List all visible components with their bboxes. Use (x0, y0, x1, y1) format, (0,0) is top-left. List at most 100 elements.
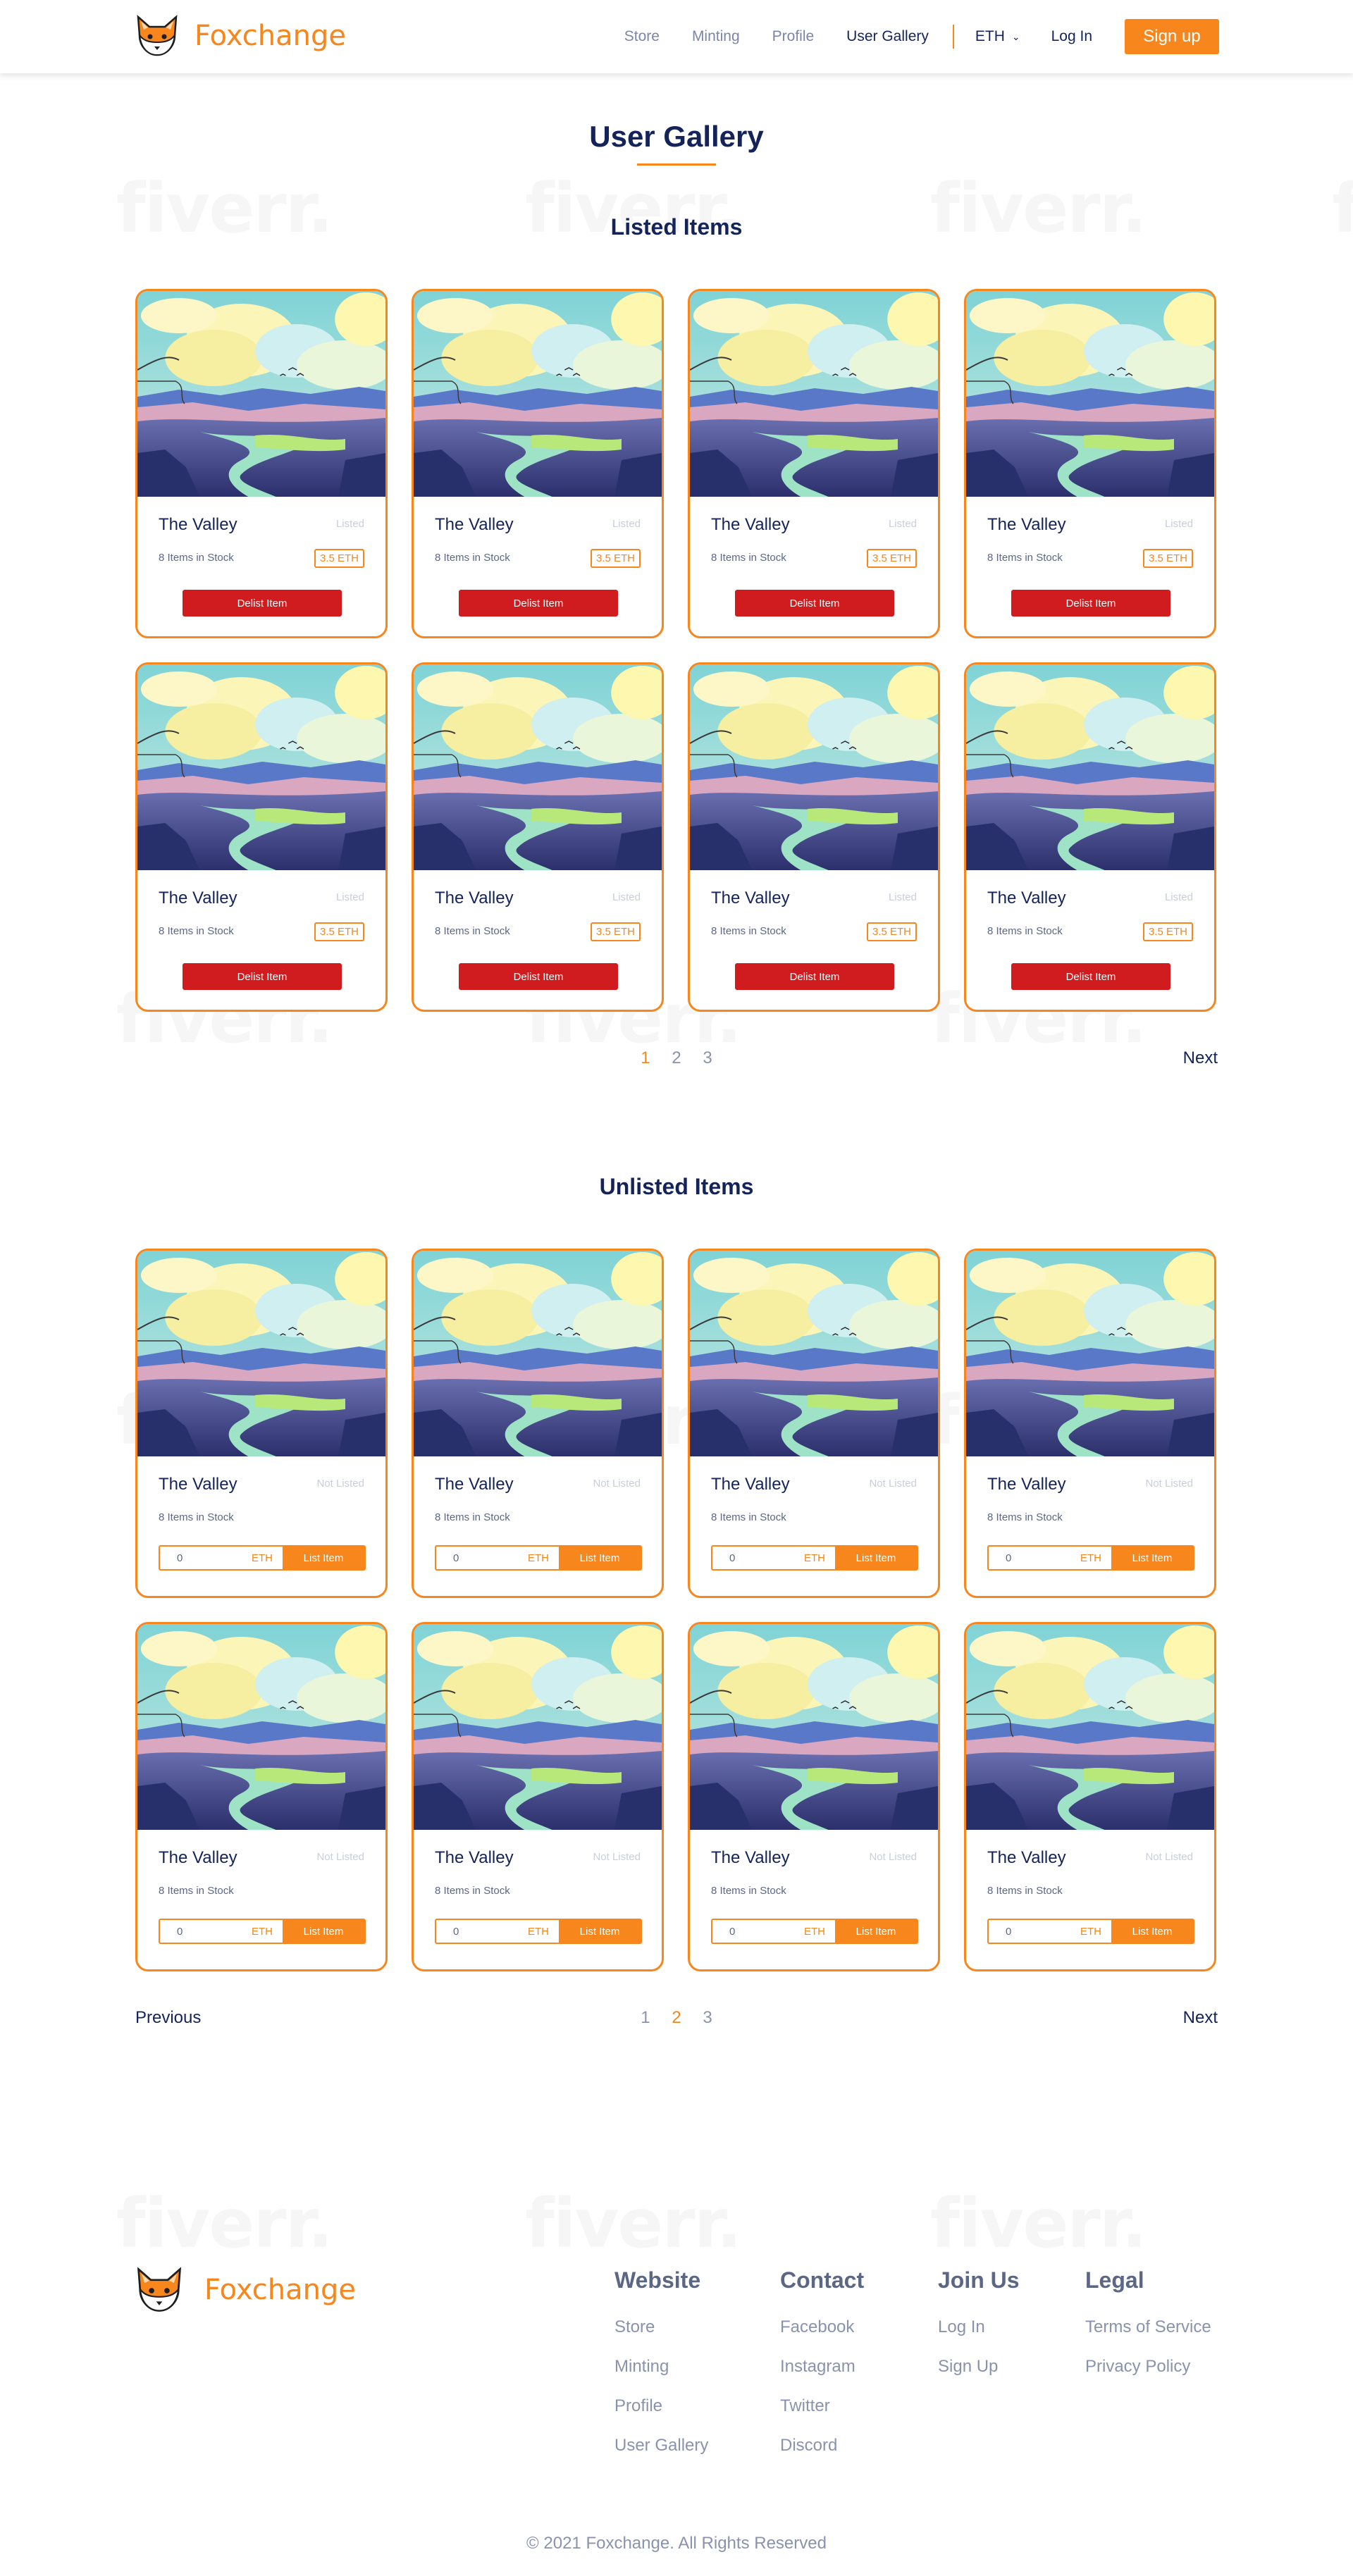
nft-artwork-image[interactable] (690, 291, 938, 497)
delist-item-button[interactable]: Delist Item (735, 963, 894, 990)
nft-artwork-image[interactable] (966, 1624, 1214, 1830)
next-page-link[interactable]: Next (1183, 2008, 1218, 2028)
delist-item-button[interactable]: Delist Item (1011, 590, 1170, 617)
item-name: The Valley (711, 515, 790, 534)
delist-item-button[interactable]: Delist Item (459, 590, 618, 617)
footer-link-terms[interactable]: Terms of Service (1085, 2317, 1211, 2337)
listed-item-card[interactable]: The Valley Listed 8 Items in Stock 3.5 ETH D… (412, 289, 664, 638)
price-input[interactable]: 0 ETH (989, 1547, 1111, 1569)
listed-item-card[interactable]: The Valley Listed 8 Items in Stock 3.5 ETH D… (964, 289, 1216, 638)
stock-count: 8 Items in Stock (711, 1885, 786, 1897)
currency-label: ETH (975, 28, 1005, 44)
currency-dropdown[interactable]: ETH ⌄ (975, 28, 1020, 45)
footer-link-minting[interactable]: Minting (614, 2357, 708, 2377)
footer-heading: Website (614, 2267, 701, 2293)
price-unit: ETH (1080, 1925, 1101, 1938)
listed-item-card[interactable]: The Valley Listed 8 Items in Stock 3.5 ETH D… (135, 289, 388, 638)
listed-item-card[interactable]: The Valley Listed 8 Items in Stock 3.5 ETH D… (412, 662, 664, 1012)
list-item-button[interactable]: List Item (1111, 1547, 1193, 1569)
list-item-button[interactable]: List Item (835, 1547, 917, 1569)
price-input-value: 0 (729, 1552, 736, 1564)
list-item-button[interactable]: List Item (559, 1547, 641, 1569)
nav-user-gallery[interactable]: User Gallery (846, 28, 929, 45)
list-item-button[interactable]: List Item (559, 1920, 641, 1943)
brand-logo[interactable]: Foxchange (134, 14, 346, 58)
footer-heading: Legal (1085, 2267, 1144, 2293)
list-price-form: 0 ETH List Item (435, 1545, 642, 1571)
nft-artwork-image[interactable] (966, 664, 1214, 870)
delist-item-button[interactable]: Delist Item (1011, 963, 1170, 990)
footer-link-user-gallery[interactable]: User Gallery (614, 2436, 708, 2456)
page-1[interactable]: 1 (641, 2008, 650, 2028)
footer-link-privacy[interactable]: Privacy Policy (1085, 2357, 1211, 2377)
nav-minting[interactable]: Minting (692, 28, 740, 45)
unlisted-item-card[interactable]: The Valley Not Listed 8 Items in Stock 0 ETH… (135, 1249, 388, 1598)
list-item-button[interactable]: List Item (1111, 1920, 1193, 1943)
unlisted-item-card[interactable]: The Valley Not Listed 8 Items in Stock 0 ETH… (412, 1249, 664, 1598)
price-unit: ETH (1080, 1552, 1101, 1564)
nft-artwork-image[interactable] (137, 291, 385, 497)
price-unit: ETH (252, 1925, 273, 1938)
price-badge: 3.5 ETH (1142, 922, 1193, 941)
footer-link-discord[interactable]: Discord (780, 2436, 864, 2456)
nav-profile[interactable]: Profile (772, 28, 815, 45)
next-page-link[interactable]: Next (1183, 1048, 1218, 1068)
nft-artwork-image[interactable] (690, 1251, 938, 1456)
unlisted-item-card[interactable]: The Valley Not Listed 8 Items in Stock 0 ETH… (412, 1622, 664, 1971)
price-input-value: 0 (177, 1925, 183, 1938)
nft-artwork-image[interactable] (137, 664, 385, 870)
nft-artwork-image[interactable] (690, 664, 938, 870)
page-2[interactable]: 2 (672, 1048, 681, 1068)
footer-link-facebook[interactable]: Facebook (780, 2317, 864, 2337)
price-input[interactable]: 0 ETH (160, 1920, 283, 1943)
footer-link-login[interactable]: Log In (938, 2317, 1020, 2337)
listed-item-card[interactable]: The Valley Listed 8 Items in Stock 3.5 ETH D… (688, 662, 940, 1012)
delist-item-button[interactable]: Delist Item (735, 590, 894, 617)
nft-artwork-image[interactable] (137, 1624, 385, 1830)
unlisted-item-card[interactable]: The Valley Not Listed 8 Items in Stock 0 ETH… (135, 1622, 388, 1971)
unlisted-item-card[interactable]: The Valley Not Listed 8 Items in Stock 0 ETH… (688, 1249, 940, 1598)
unlisted-item-card[interactable]: The Valley Not Listed 8 Items in Stock 0 ETH… (964, 1622, 1216, 1971)
price-input[interactable]: 0 ETH (160, 1547, 283, 1569)
list-item-button[interactable]: List Item (835, 1920, 917, 1943)
nft-artwork-image[interactable] (137, 1251, 385, 1456)
footer-link-signup[interactable]: Sign Up (938, 2357, 1020, 2377)
nft-artwork-image[interactable] (966, 291, 1214, 497)
unlisted-item-card[interactable]: The Valley Not Listed 8 Items in Stock 0 ETH… (964, 1249, 1216, 1598)
page-1[interactable]: 1 (641, 1048, 650, 1068)
price-input[interactable]: 0 ETH (712, 1547, 835, 1569)
page-3[interactable]: 3 (703, 1048, 712, 1068)
nft-artwork-image[interactable] (414, 664, 662, 870)
login-link[interactable]: Log In (1051, 28, 1092, 45)
listed-item-card[interactable]: The Valley Listed 8 Items in Stock 3.5 ETH D… (688, 289, 940, 638)
signup-button[interactable]: Sign up (1125, 19, 1219, 54)
footer-brand[interactable]: Foxchange (134, 2266, 356, 2314)
unlisted-item-card[interactable]: The Valley Not Listed 8 Items in Stock 0 ETH… (688, 1622, 940, 1971)
delist-item-button[interactable]: Delist Item (183, 590, 342, 617)
delist-item-button[interactable]: Delist Item (459, 963, 618, 990)
watermark: fiverr. (116, 2184, 332, 2263)
price-input[interactable]: 0 ETH (436, 1920, 559, 1943)
list-item-button[interactable]: List Item (283, 1547, 364, 1569)
footer-link-store[interactable]: Store (614, 2317, 708, 2337)
price-input[interactable]: 0 ETH (989, 1920, 1111, 1943)
page-2[interactable]: 2 (672, 2008, 681, 2028)
nft-artwork-image[interactable] (414, 1624, 662, 1830)
footer-link-instagram[interactable]: Instagram (780, 2357, 864, 2377)
price-input[interactable]: 0 ETH (436, 1547, 559, 1569)
nft-artwork-image[interactable] (966, 1251, 1214, 1456)
footer-link-profile[interactable]: Profile (614, 2396, 708, 2416)
nft-artwork-image[interactable] (414, 1251, 662, 1456)
page-3[interactable]: 3 (703, 2008, 712, 2028)
price-input[interactable]: 0 ETH (712, 1920, 835, 1943)
watermark: fiverr. (930, 2184, 1146, 2263)
list-item-button[interactable]: List Item (283, 1920, 364, 1943)
list-price-form: 0 ETH List Item (435, 1919, 642, 1944)
delist-item-button[interactable]: Delist Item (183, 963, 342, 990)
nft-artwork-image[interactable] (414, 291, 662, 497)
nav-store[interactable]: Store (624, 28, 660, 45)
footer-link-twitter[interactable]: Twitter (780, 2396, 864, 2416)
listed-item-card[interactable]: The Valley Listed 8 Items in Stock 3.5 ETH D… (135, 662, 388, 1012)
listed-item-card[interactable]: The Valley Listed 8 Items in Stock 3.5 ETH D… (964, 662, 1216, 1012)
nft-artwork-image[interactable] (690, 1624, 938, 1830)
